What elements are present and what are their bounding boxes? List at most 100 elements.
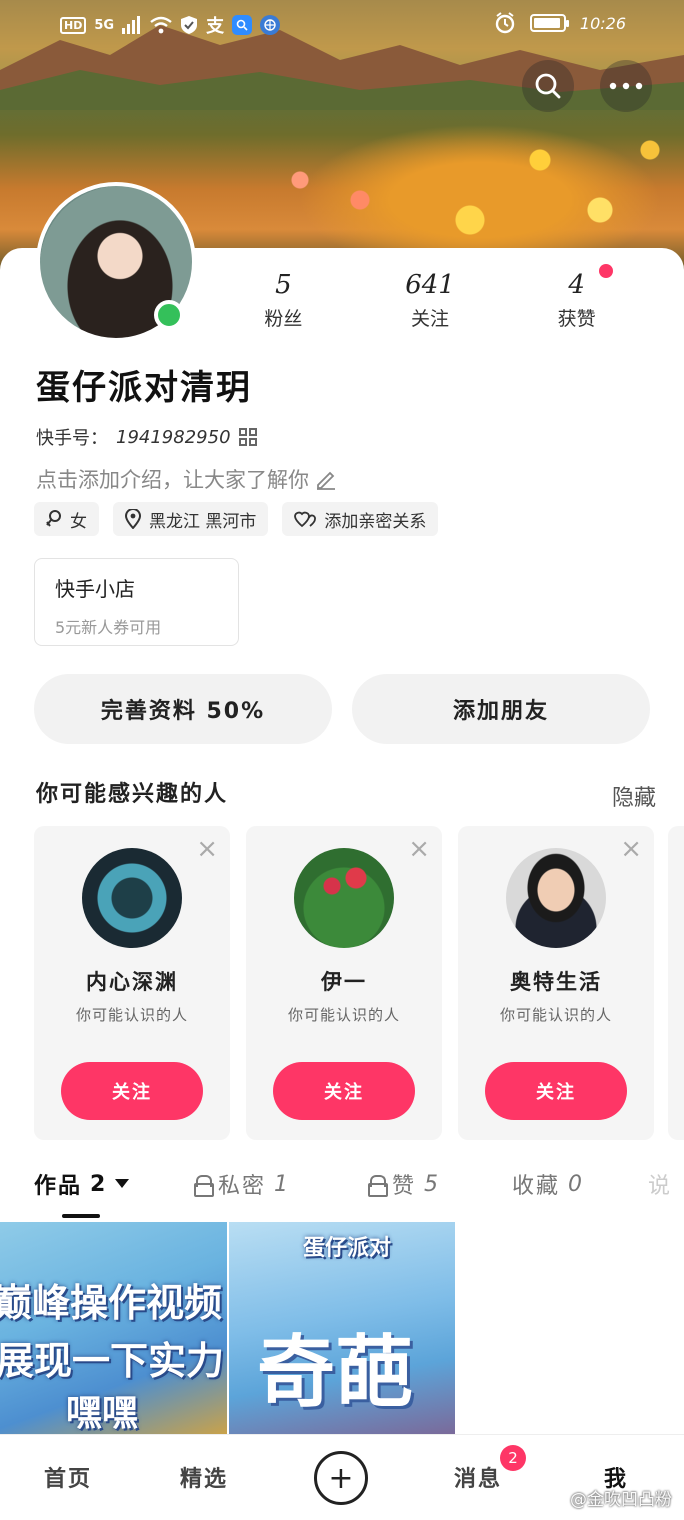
recommend-avatar[interactable] bbox=[82, 848, 182, 948]
globe-app-icon bbox=[260, 15, 281, 35]
tab-liked-label: 赞 bbox=[392, 1174, 417, 1199]
tab-favorites[interactable]: 收藏 0 bbox=[512, 1168, 584, 1200]
lock-icon bbox=[194, 1175, 214, 1197]
kuaishou-shop-card[interactable]: 快手小店 5元新人券可用 bbox=[34, 558, 239, 646]
bottom-navigation: 首页 精选 + 消息 2 我 @金吹凹凸粉 bbox=[0, 1434, 684, 1520]
intro-placeholder-row[interactable]: 点击添加介绍，让大家了解你 bbox=[36, 464, 337, 494]
complete-profile-button[interactable]: 完善资料 50% bbox=[34, 674, 332, 744]
close-icon[interactable]: × bbox=[620, 834, 642, 864]
recommend-card[interactable]: × 内心深渊 你可能认识的人 关注 bbox=[34, 826, 230, 1140]
kuaishou-id-label: 快手号： bbox=[36, 428, 108, 449]
follow-button[interactable]: 关注 bbox=[61, 1062, 203, 1120]
close-icon[interactable]: × bbox=[196, 834, 218, 864]
signal-icon bbox=[122, 16, 141, 34]
lock-icon bbox=[368, 1175, 388, 1197]
plus-icon: + bbox=[328, 1460, 354, 1496]
relation-tag[interactable]: 添加亲密关系 bbox=[282, 502, 439, 536]
recommend-card[interactable]: × 伊一 你可能认识的人 关注 bbox=[246, 826, 442, 1140]
status-right: 10:26 bbox=[494, 12, 626, 34]
stat-fans-label: 粉丝 bbox=[264, 308, 303, 330]
more-icon bbox=[609, 82, 643, 90]
tab-favorites-label: 收藏 bbox=[512, 1174, 561, 1199]
video-game-logo: 蛋仔派对 bbox=[303, 1236, 392, 1261]
caret-down-icon bbox=[115, 1179, 130, 1188]
stat-following-count: 641 bbox=[405, 270, 455, 300]
add-friend-button[interactable]: 添加朋友 bbox=[352, 674, 650, 744]
video-caption-line: 嘿嘿 bbox=[66, 1393, 139, 1434]
profile-tags: 女 黑龙江 黑河市 添加亲密关系 bbox=[34, 502, 439, 536]
recommend-title: 你可能感兴趣的人 bbox=[36, 782, 229, 807]
alipay-icon: 支 bbox=[206, 16, 225, 37]
nav-messages[interactable]: 消息 bbox=[454, 1461, 502, 1493]
gender-tag[interactable]: 女 bbox=[34, 502, 99, 536]
recommend-reason: 你可能认识的人 bbox=[287, 1006, 400, 1024]
recommend-name: 伊一 bbox=[321, 970, 367, 994]
recommend-card[interactable]: × 奥特生活 你可能认识的人 关注 bbox=[458, 826, 654, 1140]
follow-button[interactable]: 关注 bbox=[273, 1062, 415, 1120]
status-bar: HD 5G 支 10:26 bbox=[0, 0, 684, 48]
shop-subtitle: 5元新人券可用 bbox=[55, 618, 162, 637]
battery-icon bbox=[529, 14, 569, 32]
profile-nickname: 蛋仔派对清玥 bbox=[36, 368, 252, 408]
online-status-dot bbox=[154, 300, 184, 330]
recommend-hide-button[interactable]: 隐藏 bbox=[612, 780, 656, 812]
more-button[interactable] bbox=[600, 60, 652, 112]
tab-liked[interactable]: 赞 5 bbox=[368, 1168, 440, 1200]
create-post-button[interactable]: + bbox=[314, 1451, 368, 1505]
status-time: 10:26 bbox=[579, 13, 626, 33]
recommend-name: 内心深渊 bbox=[86, 970, 178, 994]
stat-likes-count: 4 bbox=[568, 270, 585, 300]
nav-featured[interactable]: 精选 bbox=[180, 1461, 228, 1493]
profile-stats: 5 粉丝 641 关注 4 获赞 bbox=[210, 264, 650, 331]
tab-private-label: 私密 bbox=[218, 1174, 267, 1199]
stat-likes[interactable]: 4 获赞 bbox=[503, 264, 650, 331]
search-icon bbox=[535, 73, 561, 99]
watermark-text: @金吹凹凸粉 bbox=[570, 1490, 672, 1510]
female-icon bbox=[46, 510, 61, 527]
search-button[interactable] bbox=[522, 60, 574, 112]
messages-badge: 2 bbox=[500, 1445, 526, 1471]
video-caption-line: 展现一下实力 bbox=[0, 1339, 225, 1383]
nav-home[interactable]: 首页 bbox=[44, 1461, 92, 1493]
network-type: 5G bbox=[94, 17, 115, 33]
shield-icon bbox=[181, 16, 198, 34]
recommend-avatar[interactable] bbox=[294, 848, 394, 948]
tab-liked-count: 5 bbox=[424, 1171, 441, 1197]
location-pin-icon bbox=[125, 509, 141, 529]
alarm-icon bbox=[495, 12, 515, 34]
gender-text: 女 bbox=[70, 511, 87, 532]
tab-private[interactable]: 私密 1 bbox=[194, 1168, 290, 1200]
tab-works-label: 作品 bbox=[34, 1174, 83, 1199]
active-tab-indicator bbox=[62, 1214, 100, 1218]
intro-placeholder-text: 点击添加介绍，让大家了解你 bbox=[36, 468, 309, 492]
search-app-icon bbox=[232, 15, 253, 35]
video-thumbnail[interactable]: 蛋仔派对 奇葩 bbox=[229, 1222, 455, 1434]
location-text: 黑龙江 黑河市 bbox=[149, 511, 257, 532]
hd-icon: HD bbox=[60, 16, 87, 34]
close-icon[interactable]: × bbox=[408, 834, 430, 864]
qr-code-icon[interactable] bbox=[238, 428, 257, 446]
recommend-avatar[interactable] bbox=[506, 848, 606, 948]
tab-private-count: 1 bbox=[274, 1171, 291, 1197]
status-left: HD 5G 支 bbox=[60, 12, 281, 38]
stat-likes-label: 获赞 bbox=[557, 308, 596, 330]
content-tabs: 作品 2 私密 1 赞 5 收藏 0 说 bbox=[0, 1160, 684, 1220]
tab-works[interactable]: 作品 2 bbox=[34, 1168, 130, 1200]
video-thumbnail[interactable]: 巅峰操作视频 展现一下实力 嘿嘿 bbox=[0, 1222, 227, 1434]
relation-text: 添加亲密关系 bbox=[324, 511, 427, 532]
hearts-icon bbox=[294, 511, 317, 528]
recommend-reason: 你可能认识的人 bbox=[75, 1006, 188, 1024]
recommend-reason: 你可能认识的人 bbox=[499, 1006, 612, 1024]
wifi-icon bbox=[150, 16, 172, 34]
follow-button[interactable]: 关注 bbox=[485, 1062, 627, 1120]
kuaishou-id-value: 1941982950 bbox=[116, 426, 231, 448]
tab-more[interactable]: 说 bbox=[648, 1168, 672, 1200]
recommend-name: 奥特生活 bbox=[510, 970, 602, 994]
video-caption-line: 巅峰操作视频 bbox=[0, 1281, 223, 1325]
location-tag[interactable]: 黑龙江 黑河市 bbox=[113, 502, 269, 536]
kuaishou-id-row[interactable]: 快手号： 1941982950 bbox=[36, 424, 257, 450]
stat-following[interactable]: 641 关注 bbox=[357, 270, 504, 331]
recommend-card-partial[interactable] bbox=[668, 826, 684, 1140]
stat-fans[interactable]: 5 粉丝 bbox=[210, 270, 357, 331]
tab-works-count: 2 bbox=[90, 1171, 108, 1197]
